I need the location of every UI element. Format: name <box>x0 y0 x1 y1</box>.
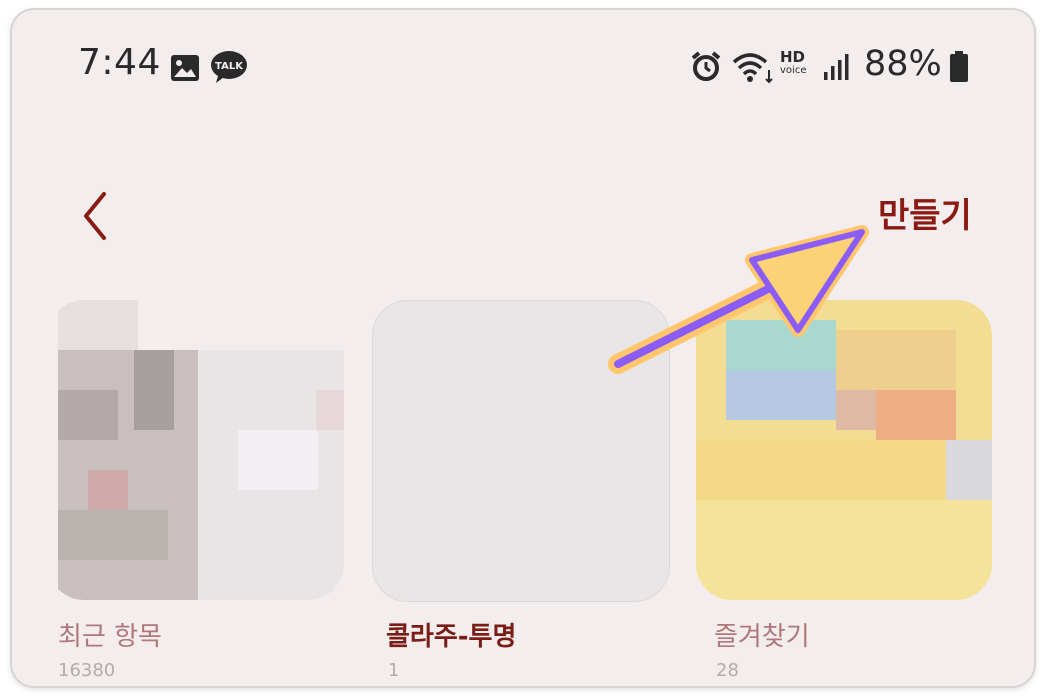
hd-voice-indicator: HD voice <box>780 50 806 78</box>
album-name-recent: 최근 항목 <box>58 622 162 652</box>
battery-icon <box>950 51 968 82</box>
alarm-icon <box>691 51 721 81</box>
svg-text:TALK: TALK <box>215 61 244 72</box>
signal-icon <box>824 54 849 80</box>
annotation-arrow-icon <box>608 225 869 374</box>
status-bar: 7:44 TALK HD voice 88% <box>12 10 1034 120</box>
talk-icon: TALK <box>211 51 247 83</box>
album-count-recent: 16380 <box>58 660 116 681</box>
image-icon <box>171 55 199 81</box>
album-thumbnail-recent[interactable] <box>48 300 344 600</box>
battery-percent: 88% <box>864 44 942 84</box>
album-name-collage: 콜라주-투명 <box>386 622 517 652</box>
album-name-favorites: 즐겨찾기 <box>714 622 810 652</box>
album-count-collage: 1 <box>388 660 400 681</box>
album-count-favorites: 28 <box>716 660 739 681</box>
phone-screen: 7:44 TALK HD voice 88% 만들기 최근 항목 16380 콜… <box>12 10 1034 686</box>
status-time: 7:44 <box>78 42 161 83</box>
create-button[interactable]: 만들기 <box>878 188 972 237</box>
wifi-icon <box>732 53 773 84</box>
hd-sub-label: voice <box>780 65 807 76</box>
chevron-left-icon[interactable] <box>72 182 122 252</box>
